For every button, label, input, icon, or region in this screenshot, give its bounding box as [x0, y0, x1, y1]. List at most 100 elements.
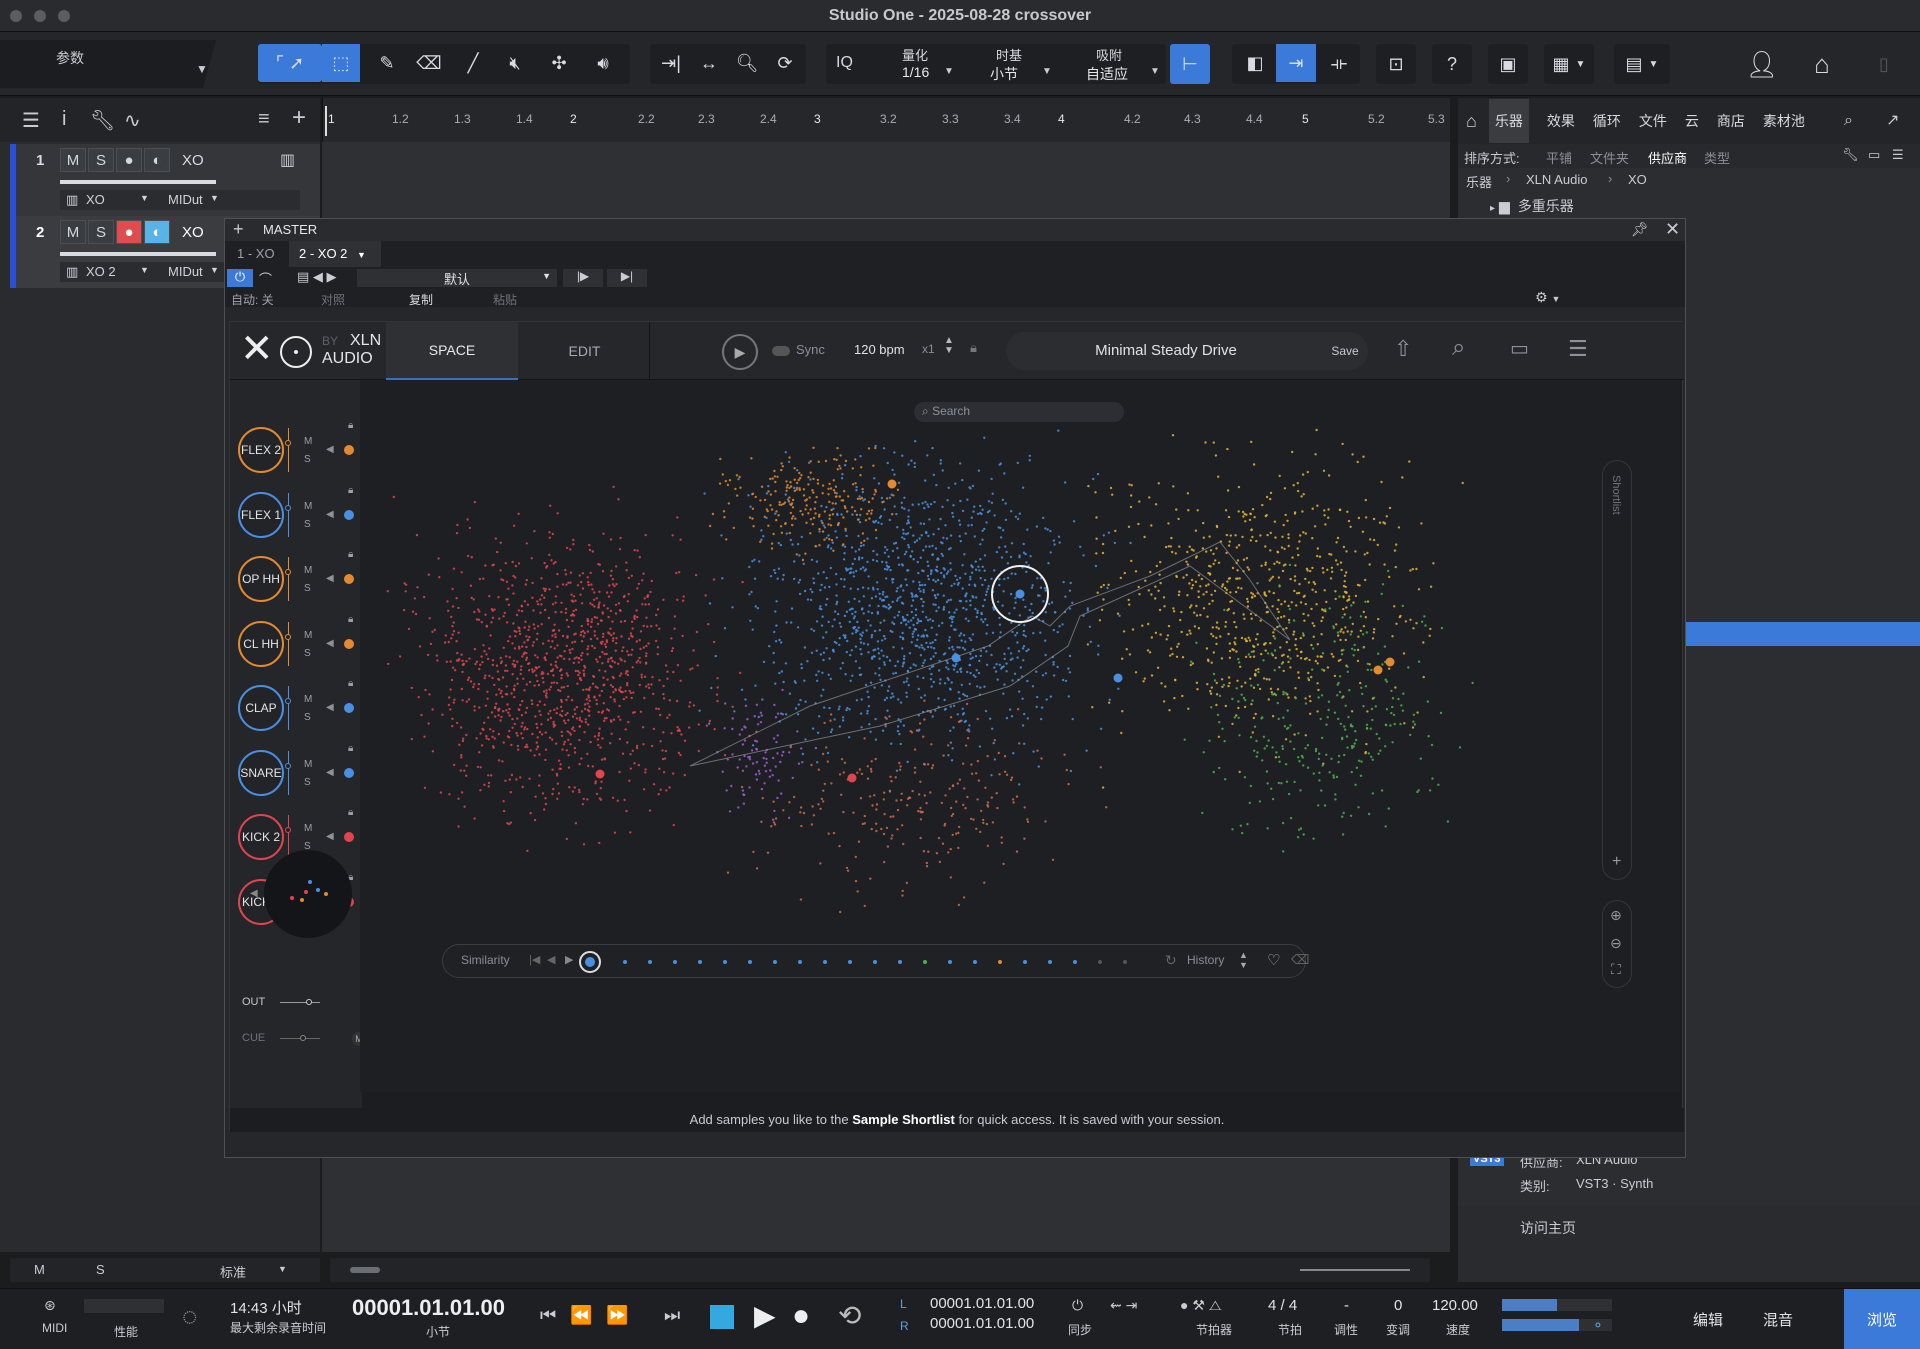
sample-dot[interactable]	[489, 728, 492, 731]
sample-dot[interactable]	[995, 550, 999, 554]
sample-dot[interactable]	[1155, 564, 1158, 568]
sample-dot[interactable]	[470, 596, 473, 600]
sample-dot[interactable]	[852, 617, 856, 620]
sample-dot[interactable]	[1353, 742, 1356, 745]
sample-dot[interactable]	[1229, 534, 1232, 537]
sample-dot[interactable]	[1174, 552, 1177, 555]
sample-dot[interactable]	[816, 731, 820, 734]
nudge-right-icon[interactable]: ⟛	[1320, 44, 1358, 82]
sample-dot[interactable]	[1057, 535, 1061, 538]
sample-dot[interactable]	[964, 807, 967, 810]
sample-dot[interactable]	[820, 694, 823, 697]
sample-dot[interactable]	[1337, 760, 1340, 764]
sample-dot[interactable]	[554, 664, 557, 667]
sample-dot[interactable]	[927, 505, 930, 508]
sample-dot[interactable]	[726, 483, 730, 487]
sample-dot[interactable]	[781, 578, 785, 581]
sample-dot[interactable]	[883, 812, 886, 816]
sample-dot[interactable]	[1303, 619, 1306, 622]
sample-dot[interactable]	[993, 739, 996, 742]
sample-dot[interactable]	[911, 632, 914, 636]
mix-page-button[interactable]: 混音	[1744, 1289, 1812, 1349]
pad-button[interactable]: KICK 2	[238, 814, 284, 860]
crumb-xo[interactable]: XO	[1628, 172, 1647, 187]
sample-dot[interactable]	[852, 571, 855, 574]
sample-dot[interactable]	[1021, 647, 1025, 650]
track-output[interactable]: MIDut	[168, 264, 203, 279]
sample-dot[interactable]	[815, 495, 818, 499]
key-value[interactable]: -	[1344, 1297, 1349, 1314]
sample-dot[interactable]	[949, 806, 953, 810]
sample-dot[interactable]	[478, 751, 481, 754]
sample-dot[interactable]	[780, 670, 784, 673]
sample-dot[interactable]	[925, 801, 928, 805]
sample-dot[interactable]	[927, 850, 930, 853]
sample-dot[interactable]	[1392, 713, 1396, 717]
sample-dot[interactable]	[688, 726, 691, 729]
sample-dot[interactable]	[1276, 607, 1279, 611]
sample-dot[interactable]	[1001, 498, 1005, 502]
sample-dot[interactable]	[957, 831, 960, 835]
sample-dot[interactable]	[986, 805, 990, 808]
sample-dot[interactable]	[929, 791, 932, 794]
sample-dot[interactable]	[1058, 541, 1061, 544]
sample-dot[interactable]	[1021, 486, 1025, 489]
sample-dot[interactable]	[753, 715, 756, 718]
sample-dot[interactable]	[1201, 811, 1204, 815]
sample-dot[interactable]	[517, 609, 521, 612]
sample-dot[interactable]	[1244, 681, 1247, 684]
sample-dot[interactable]	[737, 806, 740, 809]
sample-dot[interactable]	[898, 732, 901, 736]
sample-dot[interactable]	[612, 485, 615, 489]
sample-dot[interactable]	[799, 811, 802, 814]
sample-dot[interactable]	[1291, 450, 1294, 454]
sample-dot[interactable]	[788, 801, 791, 804]
sample-dot[interactable]	[1202, 536, 1205, 539]
sample-dot[interactable]	[1378, 737, 1381, 740]
sample-dot[interactable]	[1336, 683, 1339, 686]
folder-icon[interactable]: ▭	[1510, 336, 1529, 361]
sample-dot[interactable]	[1206, 615, 1209, 618]
sample-dot[interactable]	[1237, 485, 1241, 489]
sample-dot[interactable]	[1048, 602, 1051, 606]
sample-dot[interactable]	[932, 655, 935, 658]
sample-dot[interactable]	[569, 571, 573, 574]
sample-dot[interactable]	[543, 561, 546, 565]
sample-dot[interactable]	[828, 482, 831, 486]
sample-dot[interactable]	[1359, 629, 1362, 632]
sample-dot[interactable]	[559, 713, 562, 716]
sample-dot[interactable]	[999, 526, 1002, 530]
sample-dot[interactable]	[916, 638, 919, 641]
sample-dot[interactable]	[976, 685, 979, 688]
sample-dot[interactable]	[1107, 531, 1111, 534]
sample-dot[interactable]	[874, 672, 877, 675]
sample-dot[interactable]	[1199, 613, 1202, 617]
sample-dot[interactable]	[461, 699, 464, 702]
sample-dot[interactable]	[1339, 561, 1343, 564]
sample-dot[interactable]	[946, 661, 949, 665]
sample-dot[interactable]	[978, 569, 981, 572]
sample-dot[interactable]	[485, 734, 488, 738]
sample-dot[interactable]	[679, 753, 682, 757]
sample-dot[interactable]	[1304, 702, 1308, 705]
sample-dot[interactable]	[582, 688, 585, 692]
sample-dot[interactable]	[925, 634, 928, 637]
sample-dot[interactable]	[1334, 559, 1338, 562]
sample-dot[interactable]	[511, 662, 514, 666]
sample-dot[interactable]	[644, 533, 647, 537]
sample-dot[interactable]	[556, 656, 559, 659]
sample-dot[interactable]	[922, 588, 925, 592]
sample-dot[interactable]	[581, 572, 585, 575]
sample-dot[interactable]	[489, 634, 492, 637]
lock-icon[interactable]: 🔒︎	[348, 485, 353, 496]
sample-dot[interactable]	[524, 711, 527, 714]
sample-dot[interactable]	[1252, 463, 1256, 466]
sample-dot[interactable]	[1012, 801, 1015, 804]
sample-dot[interactable]	[1044, 672, 1048, 675]
sample-dot[interactable]	[906, 532, 910, 535]
sample-dot[interactable]	[922, 661, 925, 665]
sample-dot[interactable]	[1206, 683, 1209, 686]
sample-dot[interactable]	[829, 713, 833, 716]
sample-dot[interactable]	[543, 608, 547, 612]
sample-dot[interactable]	[818, 513, 821, 516]
